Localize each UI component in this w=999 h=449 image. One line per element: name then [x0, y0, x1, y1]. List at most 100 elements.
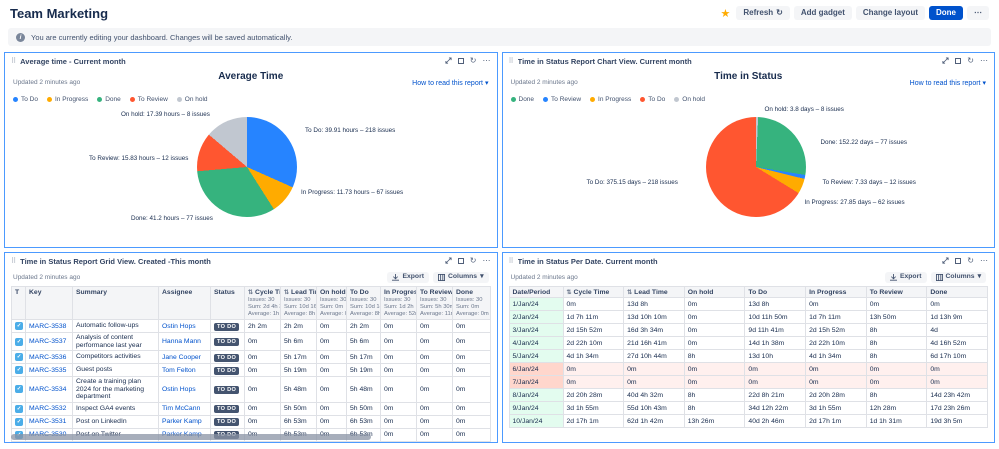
drag-handle-icon[interactable]: ⠿	[509, 57, 514, 65]
assignee-link[interactable]: Tim McCann	[162, 405, 200, 412]
column-header-cycle-time[interactable]: ⇅Cycle Time	[563, 287, 624, 298]
done-button[interactable]: Done	[929, 6, 963, 20]
add-gadget-button[interactable]: Add gadget	[794, 6, 852, 20]
refresh-gadget-icon[interactable]: ↻	[967, 57, 974, 65]
column-header-to-do[interactable]: To DoIssues: 30Sum: 10d 14hAverage: 8h 2…	[347, 287, 381, 320]
column-header-in-progress[interactable]: In ProgressIssues: 30Sum: 1d 2hAverage: …	[381, 287, 417, 320]
date-row[interactable]: 10/Jan/242d 17h 1m62d 1h 42m13h 26m40d 2…	[509, 415, 988, 428]
more-button[interactable]: ⋯	[967, 6, 989, 20]
column-header-in-progress[interactable]: In Progress	[806, 287, 867, 298]
date-row[interactable]: 2/Jan/241d 7h 11m13d 10h 10m0m10d 11h 50…	[509, 311, 988, 324]
issue-key-link[interactable]: MARC-3532	[29, 405, 66, 412]
fullscreen-icon[interactable]	[955, 58, 961, 64]
columns-button[interactable]: Columns ▾	[433, 272, 489, 283]
column-header-to-review[interactable]: To Review	[866, 287, 927, 298]
how-to-link[interactable]: How to read this report ▾	[910, 79, 986, 87]
assignee-link[interactable]: Hanna Mann	[162, 338, 201, 345]
fullscreen-icon[interactable]	[955, 258, 961, 264]
sort-icon[interactable]: ⇅	[567, 289, 572, 296]
legend-item-in-progress[interactable]: In Progress	[47, 96, 88, 103]
column-header-assignee[interactable]: Assignee	[159, 287, 211, 320]
date-row[interactable]: 3/Jan/242d 15h 52m16d 3h 34m0m9d 11h 41m…	[509, 324, 988, 337]
sort-icon[interactable]: ⇅	[627, 289, 632, 296]
date-row[interactable]: 7/Jan/240m0m0m0m0m0m0m	[509, 376, 988, 389]
column-header-key[interactable]: Key	[26, 287, 73, 320]
change-layout-button[interactable]: Change layout	[856, 6, 925, 20]
issue-row[interactable]: ✓MARC-3532Inspect GA4 eventsTim McCannTO…	[12, 402, 491, 415]
legend-item-to-do[interactable]: To Do	[640, 96, 665, 103]
how-to-link[interactable]: How to read this report ▾	[412, 79, 488, 87]
favorite-star-icon[interactable]: ★	[721, 7, 731, 20]
legend-item-to-review[interactable]: To Review	[543, 96, 581, 103]
gadget-more-icon[interactable]: ⋯	[483, 57, 491, 65]
issue-row[interactable]: ✓MARC-3536Competitors activitiesJane Coo…	[12, 351, 491, 364]
refresh-gadget-icon[interactable]: ↻	[470, 257, 477, 265]
column-header-lead-time[interactable]: ⇅Lead TimeIssues: 30Sum: 10d 16h 24mAver…	[281, 287, 317, 320]
issue-key-link[interactable]: MARC-3535	[29, 367, 66, 374]
sort-icon[interactable]: ⇅	[284, 289, 289, 296]
fullscreen-icon[interactable]	[458, 258, 464, 264]
issue-row[interactable]: ✓MARC-3535Guest postsTom FeltonTO DO0m5h…	[12, 364, 491, 377]
maximize-icon[interactable]	[445, 257, 452, 266]
legend-item-on-hold[interactable]: On hold	[674, 96, 705, 103]
trend-chart-icon[interactable]	[68, 354, 69, 361]
export-button[interactable]: Export	[387, 272, 429, 283]
maximize-icon[interactable]	[445, 57, 452, 66]
trend-chart-icon[interactable]	[68, 418, 69, 425]
issue-key-link[interactable]: MARC-3537	[29, 338, 66, 345]
date-row[interactable]: 6/Jan/240m0m0m0m0m0m0m	[509, 363, 988, 376]
legend-item-done[interactable]: Done	[511, 96, 535, 103]
column-header-lead-time[interactable]: ⇅Lead Time	[624, 287, 685, 298]
column-header-done[interactable]: DoneIssues: 30Sum: 0mAverage: 0m	[453, 287, 491, 320]
refresh-button[interactable]: Refresh ↻	[736, 6, 790, 20]
issue-row[interactable]: ✓MARC-3531Post on LinkedInParker KampTO …	[12, 415, 491, 428]
issue-key-link[interactable]: MARC-3538	[29, 323, 66, 330]
assignee-link[interactable]: Ostin Hops	[162, 323, 196, 330]
issue-key-link[interactable]: MARC-3531	[29, 418, 66, 425]
column-header-summary[interactable]: Summary	[73, 287, 159, 320]
legend-item-to-review[interactable]: To Review	[130, 96, 168, 103]
date-row[interactable]: 1/Jan/240m13d 8h0m13d 8h0m0m0m	[509, 298, 988, 311]
gadget-more-icon[interactable]: ⋯	[483, 257, 491, 265]
assignee-link[interactable]: Tom Felton	[162, 367, 196, 374]
trend-chart-icon[interactable]	[68, 386, 69, 393]
date-row[interactable]: 5/Jan/244d 1h 34m27d 10h 44m8h13d 10h4d …	[509, 350, 988, 363]
average-time-pie-chart[interactable]	[197, 117, 297, 217]
maximize-icon[interactable]	[942, 57, 949, 66]
date-row[interactable]: 4/Jan/242d 22h 10m21d 16h 41m0m14d 1h 38…	[509, 337, 988, 350]
export-button[interactable]: Export	[885, 272, 927, 283]
column-header-status[interactable]: Status	[211, 287, 245, 320]
column-header-on-hold[interactable]: On holdIssues: 30Sum: 0mAverage: 0m	[317, 287, 347, 320]
column-header-to-do[interactable]: To Do	[745, 287, 806, 298]
date-row[interactable]: 9/Jan/243d 1h 55m55d 10h 43m8h34d 12h 22…	[509, 402, 988, 415]
refresh-gadget-icon[interactable]: ↻	[470, 57, 477, 65]
issue-row[interactable]: ✓MARC-3537Analysis of content performanc…	[12, 333, 491, 351]
fullscreen-icon[interactable]	[458, 58, 464, 64]
issue-row[interactable]: ✓MARC-3534Create a training plan 2024 fo…	[12, 377, 491, 403]
trend-chart-icon[interactable]	[68, 367, 69, 374]
column-header-on-hold[interactable]: On hold	[684, 287, 745, 298]
column-header-done[interactable]: Done	[927, 287, 988, 298]
refresh-gadget-icon[interactable]: ↻	[967, 257, 974, 265]
drag-handle-icon[interactable]: ⠿	[11, 257, 16, 265]
legend-item-on-hold[interactable]: On hold	[177, 96, 208, 103]
date-row[interactable]: 8/Jan/242d 20h 28m40d 4h 32m8h22d 8h 21m…	[509, 389, 988, 402]
sort-icon[interactable]: ⇅	[248, 289, 253, 296]
issue-key-link[interactable]: MARC-3536	[29, 354, 66, 361]
drag-handle-icon[interactable]: ⠿	[11, 57, 16, 65]
gadget-more-icon[interactable]: ⋯	[980, 57, 988, 65]
drag-handle-icon[interactable]: ⠿	[509, 257, 514, 265]
trend-chart-icon[interactable]	[68, 323, 69, 330]
time-in-status-pie-chart[interactable]	[706, 117, 806, 217]
issue-row[interactable]: ✓MARC-3538Automatic follow-upsOstin Hops…	[12, 320, 491, 333]
assignee-link[interactable]: Jane Cooper	[162, 354, 201, 361]
assignee-link[interactable]: Parker Kamp	[162, 418, 202, 425]
trend-chart-icon[interactable]	[68, 405, 69, 412]
columns-button[interactable]: Columns ▾	[931, 272, 987, 283]
legend-item-in-progress[interactable]: In Progress	[590, 96, 631, 103]
column-header-to-review[interactable]: To ReviewIssues: 30Sum: 5h 30mAverage: 1…	[417, 287, 453, 320]
legend-item-to-do[interactable]: To Do	[13, 96, 38, 103]
assignee-link[interactable]: Ostin Hops	[162, 386, 196, 393]
horizontal-scrollbar[interactable]	[11, 434, 371, 440]
legend-item-done[interactable]: Done	[97, 96, 121, 103]
